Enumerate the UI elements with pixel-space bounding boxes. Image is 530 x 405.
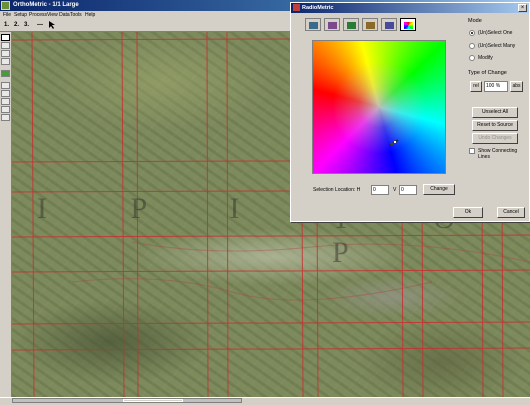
tab-color-wheel[interactable]	[400, 18, 416, 31]
mode-radio-select-one[interactable]	[469, 30, 475, 36]
image-tab-icon	[366, 22, 375, 29]
dialog-icon	[293, 4, 300, 11]
dialog-title-bar[interactable]: RadioMetric ×	[291, 3, 529, 13]
selection-cursor-icon[interactable]	[389, 139, 399, 146]
v-value-field[interactable]: 0	[399, 185, 417, 195]
rel-button[interactable]: rel	[470, 81, 482, 92]
abs-button[interactable]: abs	[510, 81, 523, 92]
zoom-in-icon[interactable]	[1, 90, 10, 97]
h-value-field[interactable]: 0	[371, 185, 389, 195]
mode-select-many-label: (Un)Select Many	[478, 43, 516, 49]
image-tab-icon	[309, 22, 318, 29]
app-title: OrthoMetric - 1/1 Large	[13, 2, 79, 8]
rectangle-tool-icon[interactable]	[1, 42, 10, 49]
toolbar-separator: —	[37, 22, 43, 28]
pointer-tool-icon[interactable]	[48, 20, 58, 30]
change-button[interactable]: Change	[423, 184, 455, 195]
dialog-close-button[interactable]: ×	[518, 4, 527, 12]
image-tab-icon	[347, 22, 356, 29]
mode-label: Mode	[468, 18, 482, 24]
dialog-title: RadioMetric	[302, 5, 334, 11]
menu-help[interactable]: Help	[85, 11, 95, 19]
ok-button[interactable]: Ok	[453, 207, 483, 218]
v-label: V	[393, 187, 397, 193]
tab-image-3[interactable]	[343, 18, 359, 31]
polygon-tool-icon[interactable]	[1, 50, 10, 57]
step-2-button[interactable]: 2.	[14, 20, 19, 30]
menu-process[interactable]: Process	[29, 11, 47, 19]
tab-image-4[interactable]	[362, 18, 378, 31]
app-icon	[1, 1, 10, 10]
mode-radio-modify[interactable]	[469, 55, 475, 61]
zoom-extent-icon[interactable]	[1, 106, 10, 113]
terrain-tool-icon[interactable]	[1, 70, 10, 77]
change-amount-field[interactable]: 100 %	[484, 81, 508, 92]
undo-changes-button[interactable]: Undo Changes	[472, 133, 518, 144]
zoom-out-icon[interactable]	[1, 98, 10, 105]
dialog-tab-strip	[305, 18, 437, 32]
pan-tool-icon[interactable]	[1, 82, 10, 89]
step-3-button[interactable]: 3.	[24, 20, 29, 30]
image-tab-icon	[385, 22, 394, 29]
tab-image-5[interactable]	[381, 18, 397, 31]
scrollbar-thumb[interactable]	[123, 399, 183, 402]
hue-color-field[interactable]	[313, 41, 445, 173]
type-of-change-label: Type of Change	[468, 70, 507, 76]
cancel-button[interactable]: Cancel	[497, 207, 525, 218]
step-1-button[interactable]: 1.	[4, 20, 9, 30]
color-wheel-tab-icon	[404, 22, 413, 29]
radiometric-dialog: RadioMetric × Selection Location: H 0 V …	[290, 2, 530, 222]
unselect-all-button[interactable]: Unselect All	[472, 107, 518, 118]
measure-tool-icon[interactable]	[1, 114, 10, 121]
selection-location-label: Selection Location: H	[313, 187, 361, 193]
show-connecting-lines-checkbox[interactable]	[469, 148, 475, 154]
mode-select-one-label: (Un)Select One	[478, 30, 513, 36]
show-connecting-lines-label: Show Connecting Lines	[478, 148, 518, 160]
menu-setup[interactable]: Setup	[14, 11, 27, 19]
horizontal-scrollbar[interactable]	[12, 398, 242, 403]
menu-file[interactable]: File	[3, 11, 11, 19]
left-tool-strip	[0, 32, 12, 397]
line-tool-icon[interactable]	[1, 58, 10, 65]
menu-tools[interactable]: Tools	[70, 11, 82, 19]
select-tool-icon[interactable]	[1, 34, 10, 41]
mode-radio-select-many[interactable]	[469, 43, 475, 49]
tab-image-1[interactable]	[305, 18, 321, 31]
selection-location-row: Selection Location: H 0 V 0 Change	[313, 184, 463, 195]
mode-modify-label: Modify	[478, 55, 493, 61]
menu-view-data[interactable]: View Data	[47, 11, 70, 19]
color-space-plot[interactable]	[312, 40, 446, 174]
tab-image-2[interactable]	[324, 18, 340, 31]
image-tab-icon	[328, 22, 337, 29]
reset-to-source-button[interactable]: Reset to Source	[472, 120, 518, 131]
